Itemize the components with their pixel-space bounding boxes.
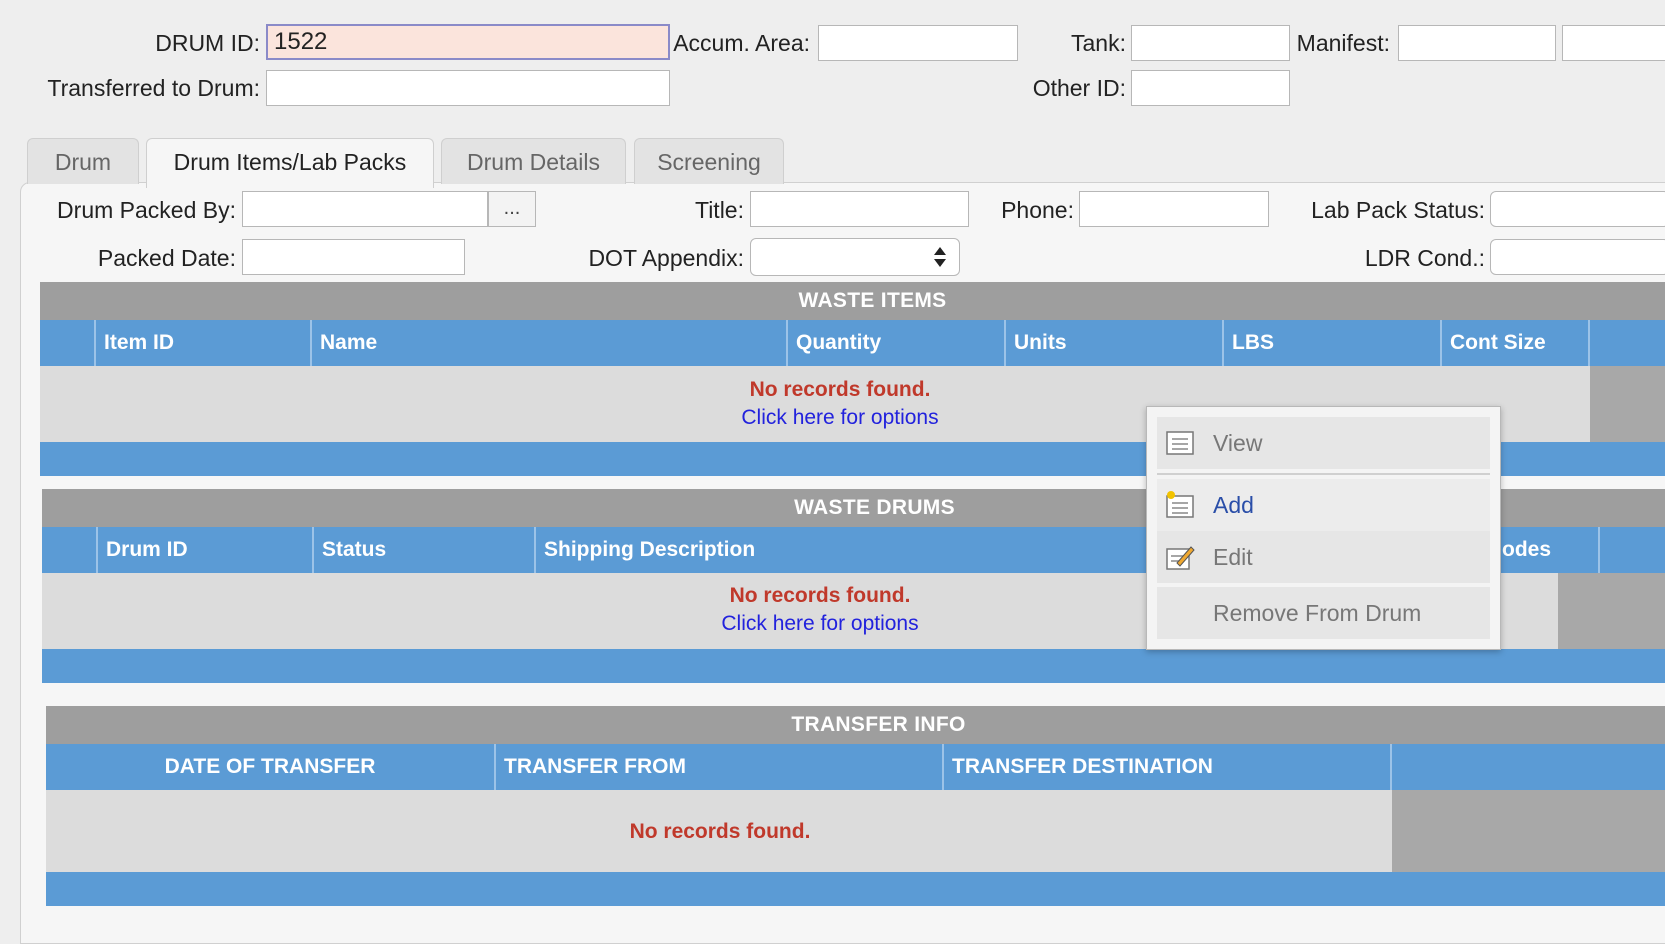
other-id-label: Other ID: xyxy=(1032,75,1126,101)
ldr-cond-field[interactable] xyxy=(1490,239,1665,275)
waste-items-options-link[interactable]: Click here for options xyxy=(640,406,1040,430)
waste-drums-no-records: No records found. xyxy=(729,584,911,607)
add-list-icon xyxy=(1166,491,1194,518)
waste-items-select-col xyxy=(40,320,96,366)
transfer-info-scroll-area xyxy=(1392,790,1665,872)
phone-label: Phone: xyxy=(1001,197,1074,223)
waste-drums-footer xyxy=(42,649,1665,683)
col-name[interactable]: Name xyxy=(312,320,788,366)
drum-packed-by-field[interactable] xyxy=(242,191,488,227)
drum-id-label: DRUM ID: xyxy=(155,30,260,56)
ldr-cond-label: LDR Cond.: xyxy=(1364,245,1485,271)
transferred-to-drum-label: Transferred to Drum: xyxy=(47,75,260,101)
menu-item-add-label: Add xyxy=(1213,492,1254,518)
tank-label: Tank: xyxy=(1071,30,1126,56)
menu-divider xyxy=(1157,473,1490,475)
lab-pack-status-label: Lab Pack Status: xyxy=(1311,197,1485,223)
waste-drums-scroll-area xyxy=(1558,573,1665,649)
list-icon xyxy=(1166,431,1194,455)
edit-icon xyxy=(1166,546,1195,570)
transfer-info-no-records: No records found. xyxy=(629,820,811,843)
manifest-extra-field[interactable] xyxy=(1562,25,1665,61)
col-quantity[interactable]: Quantity xyxy=(788,320,1006,366)
tab-drum-details[interactable]: Drum Details xyxy=(441,138,626,184)
menu-item-remove-from-drum[interactable]: Remove From Drum xyxy=(1157,587,1490,639)
waste-items-header: Item ID Name Quantity Units LBS Cont Siz… xyxy=(40,320,1665,366)
col-status[interactable]: Status xyxy=(314,527,536,573)
manifest-field[interactable] xyxy=(1398,25,1556,61)
col-cont-size[interactable]: Cont Size xyxy=(1442,320,1590,366)
transferred-to-drum-field[interactable] xyxy=(266,70,670,106)
menu-item-edit[interactable]: Edit xyxy=(1157,531,1490,583)
lab-pack-status-field[interactable] xyxy=(1490,191,1665,227)
tab-screening[interactable]: Screening xyxy=(634,138,784,184)
menu-item-view-label: View xyxy=(1213,430,1263,456)
waste-items-no-records: No records found. xyxy=(749,378,931,401)
tab-drum-items-lab-packs[interactable]: Drum Items/Lab Packs xyxy=(146,138,434,188)
col-units[interactable]: Units xyxy=(1006,320,1224,366)
waste-items-scroll-area xyxy=(1590,366,1665,442)
transfer-info-header: DATE OF TRANSFER TRANSFER FROM TRANSFER … xyxy=(46,744,1665,790)
phone-field[interactable] xyxy=(1079,191,1269,227)
tank-field[interactable] xyxy=(1131,25,1290,61)
col-transfer-from[interactable]: TRANSFER FROM xyxy=(496,744,944,790)
waste-drums-select-col xyxy=(42,527,98,573)
drum-id-field[interactable] xyxy=(266,24,670,60)
transfer-info-footer xyxy=(46,872,1665,906)
menu-item-remove-from-drum-label: Remove From Drum xyxy=(1213,600,1422,626)
menu-item-view[interactable]: View xyxy=(1157,417,1490,469)
col-drum-id[interactable]: Drum ID xyxy=(98,527,314,573)
col-item-id[interactable]: Item ID xyxy=(96,320,312,366)
waste-drums-options-link[interactable]: Click here for options xyxy=(620,612,1020,636)
transfer-info-title: TRANSFER INFO xyxy=(46,706,1665,744)
col-transfer-destination[interactable]: TRANSFER DESTINATION xyxy=(944,744,1392,790)
dot-appendix-label: DOT Appendix: xyxy=(588,245,744,271)
dot-appendix-select[interactable] xyxy=(750,238,960,276)
drum-packed-by-label: Drum Packed By: xyxy=(57,197,236,223)
context-menu: View Add Edit Remove From Drum xyxy=(1146,406,1501,650)
packed-date-label: Packed Date: xyxy=(97,245,236,271)
browse-button[interactable]: ... xyxy=(488,191,536,227)
col-shipping-description[interactable]: Shipping Description xyxy=(536,527,1196,573)
updown-arrows-icon xyxy=(934,247,946,267)
title-label: Title: xyxy=(695,197,744,223)
col-lbs[interactable]: LBS xyxy=(1224,320,1442,366)
col-date-of-transfer[interactable]: DATE OF TRANSFER xyxy=(46,744,496,790)
col-codes[interactable]: odes xyxy=(1494,527,1600,573)
menu-item-edit-label: Edit xyxy=(1213,544,1253,570)
title-field[interactable] xyxy=(750,191,969,227)
other-id-field[interactable] xyxy=(1131,70,1290,106)
menu-item-add[interactable]: Add xyxy=(1157,479,1490,531)
accum-area-label: Accum. Area: xyxy=(673,30,810,56)
manifest-label: Manifest: xyxy=(1296,30,1390,56)
waste-items-title: WASTE ITEMS xyxy=(40,282,1665,320)
packed-date-field[interactable] xyxy=(242,239,465,275)
accum-area-field[interactable] xyxy=(818,25,1018,61)
tab-drum[interactable]: Drum xyxy=(27,138,139,184)
